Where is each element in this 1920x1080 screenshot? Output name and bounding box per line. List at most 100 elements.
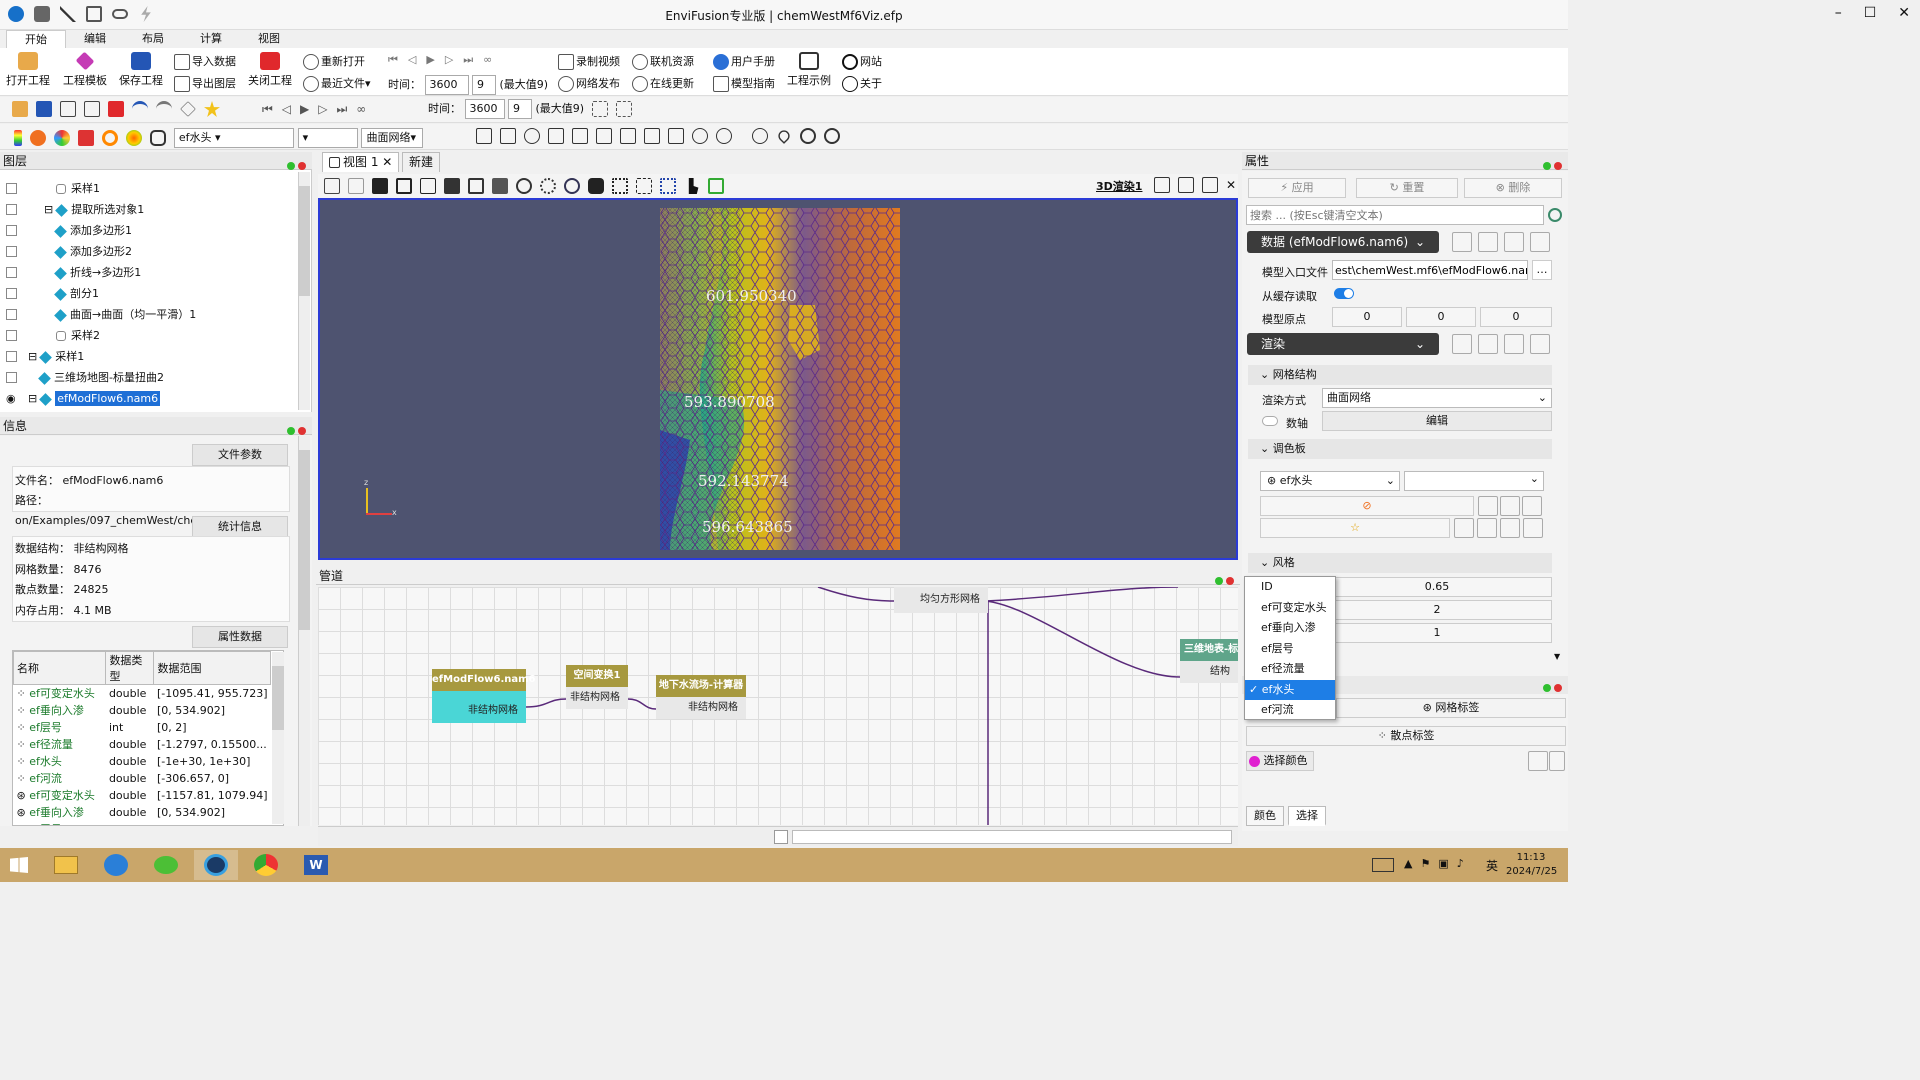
table-row[interactable]: ⊛ ef层号int[1, 2] <box>14 821 271 826</box>
table-row[interactable]: ⊛ ef垂向入渗 double [0, 534.902] <box>14 804 271 821</box>
online-resources-button[interactable]: 联机资源 <box>632 53 694 70</box>
compass-icon[interactable] <box>751 128 768 144</box>
pin-icon[interactable] <box>180 101 196 117</box>
select-grid-icon[interactable] <box>564 178 580 194</box>
close-panel-icon[interactable] <box>1554 684 1562 692</box>
eye-palette-button[interactable] <box>1523 518 1543 538</box>
playback-controls[interactable]: ⏮◁▶▷⏭∞ <box>388 53 502 67</box>
colorbar-icon[interactable] <box>14 130 22 146</box>
palette-group-header[interactable]: ⌄ 调色板 <box>1248 439 1552 459</box>
copy-render-button[interactable] <box>1452 334 1472 354</box>
view-back-icon[interactable] <box>572 128 588 144</box>
line-width-field[interactable]: 2 <box>1322 600 1552 620</box>
tools-button[interactable] <box>1522 496 1542 516</box>
layer-item[interactable]: 添加多边形2 <box>0 241 298 262</box>
float-icon[interactable] <box>1215 577 1223 585</box>
dropdown-option[interactable]: ID <box>1245 577 1335 598</box>
undo-icon[interactable] <box>132 101 148 117</box>
layer-checkbox[interactable] <box>6 267 17 278</box>
time-select-2[interactable]: 3600 <box>464 99 505 119</box>
model-input-field[interactable] <box>1332 260 1528 280</box>
tab-new[interactable]: 新建 <box>402 152 441 172</box>
tools-small-icon[interactable] <box>1549 751 1565 771</box>
layer-item[interactable]: ◉ ⊟ efModFlow6.nam6 <box>0 388 298 409</box>
pipeline-node-grid[interactable]: 均匀方形网格 <box>894 587 988 613</box>
table-row[interactable]: ⁘ ef水头 double [-1e+30, 1e+30] <box>14 753 271 770</box>
dropdown-option[interactable]: ef河流 <box>1245 700 1335 721</box>
mesh-group-header[interactable]: ⌄ 网格结构 <box>1248 365 1552 385</box>
link-color-button[interactable] <box>1478 496 1498 516</box>
gear-icon[interactable] <box>1548 208 1562 222</box>
tab-view-1[interactable]: 视图 1 ✕ <box>322 152 400 172</box>
render-select[interactable]: 曲面网络▾ <box>361 128 424 148</box>
origin-y-field[interactable]: 0 <box>1406 307 1476 327</box>
render-mode-select[interactable]: 曲面网络 ⌄ <box>1322 388 1552 408</box>
close-project-button[interactable]: 关闭工程 <box>246 48 294 88</box>
stats-button[interactable]: 统计信息 <box>192 516 288 538</box>
tab-compute[interactable]: 计算 <box>182 30 240 48</box>
add-point-icon[interactable] <box>615 101 632 117</box>
render-mode-label[interactable]: 3D渲染1 <box>1096 178 1142 194</box>
chrome-app[interactable] <box>244 850 288 880</box>
import-view-icon[interactable] <box>324 178 340 194</box>
float-icon[interactable] <box>287 427 295 435</box>
step-spinner-2[interactable]: 9 <box>508 99 532 119</box>
minimize-button[interactable]: – <box>1835 5 1842 21</box>
float-icon[interactable] <box>287 162 295 170</box>
user-button[interactable] <box>1530 232 1550 252</box>
colorbar-button[interactable] <box>1500 496 1520 516</box>
box-select-icon[interactable] <box>636 178 652 194</box>
lock-icon[interactable] <box>78 130 94 146</box>
layer-item[interactable]: 剖分1 <box>0 283 298 304</box>
select-points-icon[interactable] <box>540 178 556 194</box>
origin-x-field[interactable]: 0 <box>1332 307 1402 327</box>
pipeline-node-source[interactable]: efModFlow6.nam6 非结构网格 <box>432 669 535 723</box>
view-iso-icon[interactable] <box>668 128 684 144</box>
project-examples-button[interactable]: 工程示例 <box>786 48 832 88</box>
export-layer-button[interactable]: 导出图层 <box>174 75 236 92</box>
layer-checkbox[interactable] <box>6 246 17 257</box>
split-vertical-icon[interactable] <box>1154 177 1170 193</box>
scalar-select[interactable]: ef水头 ▾ <box>173 128 294 148</box>
cluster-icon[interactable] <box>660 178 676 194</box>
paste-render-button[interactable] <box>1478 334 1498 354</box>
open-icon[interactable] <box>12 101 28 117</box>
reopen-button[interactable]: 重新打开 <box>303 53 365 70</box>
layer-item[interactable]: 折线→多边形1 <box>0 262 298 283</box>
tab-color[interactable]: 颜色 <box>1246 806 1284 826</box>
model-guide-button[interactable]: 模型指南 <box>713 75 775 92</box>
layers-scrollbar[interactable] <box>298 172 310 410</box>
3d-viewport[interactable]: 601.950340 593.890708 592.143774 596.643… <box>318 198 1238 560</box>
close-panel-icon[interactable] <box>298 162 306 170</box>
point-label-button[interactable]: ⁘ 散点标签 <box>1246 726 1566 746</box>
hand-icon[interactable] <box>588 178 604 194</box>
database-icon[interactable] <box>60 101 76 117</box>
layer-item[interactable]: 采样2 <box>0 325 298 346</box>
close-view-icon[interactable]: ✕ <box>1226 178 1236 192</box>
layer-checkbox[interactable] <box>6 183 17 194</box>
float-icon[interactable] <box>1543 162 1551 170</box>
palette-select[interactable]: ⊛ ef水头 ⌄ <box>1260 471 1400 491</box>
about-button[interactable]: 关于 <box>842 75 882 92</box>
palette-component-select[interactable]: ⌄ <box>1404 471 1544 491</box>
apply-button[interactable]: ⚡ 应用 <box>1248 178 1346 198</box>
file-params-button[interactable]: 文件参数 <box>192 444 288 466</box>
no-color-button[interactable]: ⊘ <box>1260 496 1474 516</box>
status-toggle[interactable] <box>774 830 788 844</box>
float-icon[interactable] <box>1543 684 1551 692</box>
palette-button[interactable] <box>1454 518 1474 538</box>
copy-props-button[interactable] <box>1452 232 1472 252</box>
tab-edit[interactable]: 编辑 <box>66 30 124 48</box>
layer-item[interactable]: 采样1 <box>0 178 298 199</box>
copy-icon[interactable] <box>444 178 460 194</box>
paste-props-button[interactable] <box>1478 232 1498 252</box>
layer-checkbox[interactable] <box>6 288 17 299</box>
attr-data-button[interactable]: 属性数据 <box>192 626 288 648</box>
dropdown-option[interactable]: ✓ ef水头 <box>1245 679 1335 700</box>
open-project-button[interactable]: 打开工程 <box>6 48 50 88</box>
visibility-eye-icon[interactable]: ◉ <box>6 388 17 405</box>
bulb-icon[interactable] <box>799 128 816 144</box>
globe-icon[interactable] <box>823 128 840 144</box>
pipeline-node-transform[interactable]: 空间变换1 非结构网格 <box>566 665 628 709</box>
color-wheel-button[interactable] <box>1500 518 1520 538</box>
